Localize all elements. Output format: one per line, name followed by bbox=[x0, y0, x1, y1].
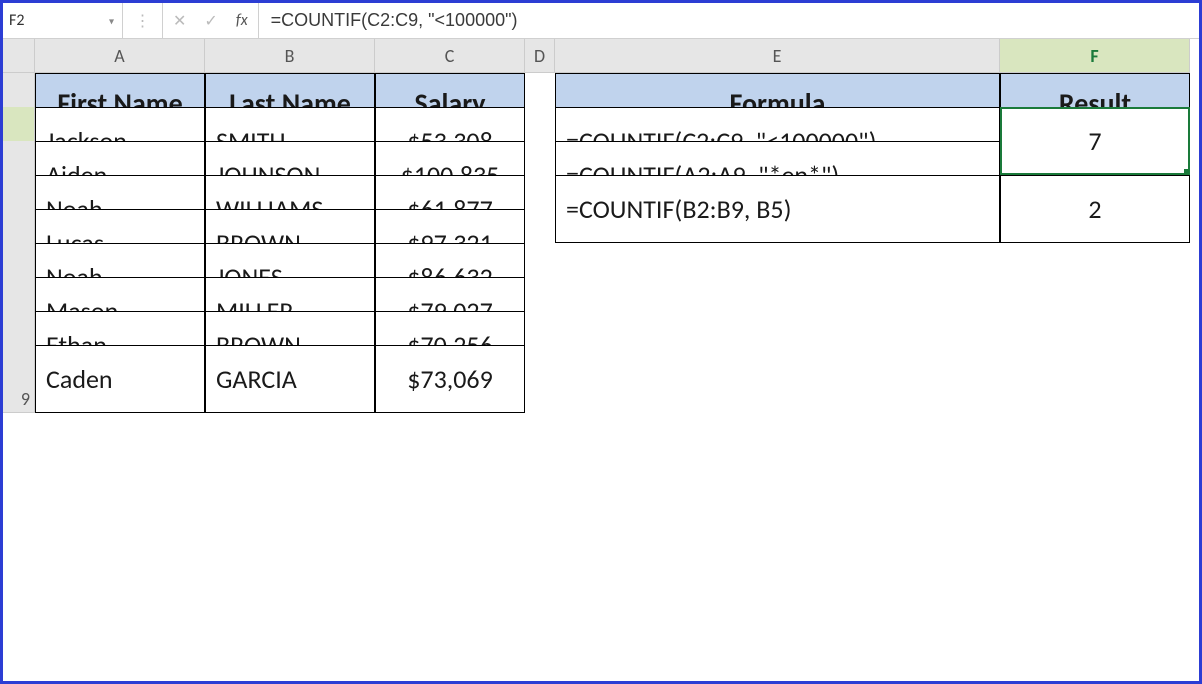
col-header-c[interactable]: C bbox=[375, 39, 525, 73]
name-box[interactable]: F2 ▾ bbox=[3, 3, 123, 38]
col-header-f[interactable]: F bbox=[1000, 39, 1190, 73]
cancel-icon[interactable]: ✕ bbox=[173, 11, 186, 31]
col-header-b[interactable]: B bbox=[205, 39, 375, 73]
formula-bar-buttons: ✕ ✓ fx bbox=[163, 3, 259, 38]
name-box-value: F2 bbox=[9, 11, 24, 30]
cell-f2[interactable]: 7 bbox=[1000, 107, 1190, 175]
fx-icon[interactable]: fx bbox=[236, 11, 248, 30]
excel-window: F2 ▾ ⋮ ✕ ✓ fx A B C D E F 1 First Name L… bbox=[0, 0, 1202, 684]
col-header-e[interactable]: E bbox=[555, 39, 1000, 73]
select-all-corner[interactable] bbox=[3, 39, 35, 73]
cell-c9[interactable]: $73,069 bbox=[375, 345, 525, 413]
formula-bar: F2 ▾ ⋮ ✕ ✓ fx bbox=[3, 3, 1199, 39]
cell-d9[interactable] bbox=[525, 345, 555, 413]
worksheet-grid[interactable]: A B C D E F 1 First Name Last Name Salar… bbox=[3, 39, 1199, 681]
confirm-icon[interactable]: ✓ bbox=[204, 11, 217, 31]
col-header-a[interactable]: A bbox=[35, 39, 205, 73]
cell-e9[interactable] bbox=[555, 345, 1000, 413]
row-header-9[interactable]: 9 bbox=[3, 345, 35, 413]
col-header-d[interactable]: D bbox=[525, 39, 555, 73]
chevron-down-icon[interactable]: ▾ bbox=[109, 14, 114, 27]
dots-icon: ⋮ bbox=[135, 11, 151, 31]
cell-a9[interactable]: Caden bbox=[35, 345, 205, 413]
formula-input[interactable] bbox=[259, 3, 1199, 38]
cell-b9[interactable]: GARCIA bbox=[205, 345, 375, 413]
cell-f9[interactable] bbox=[1000, 345, 1190, 413]
formula-bar-divider: ⋮ bbox=[123, 3, 163, 38]
